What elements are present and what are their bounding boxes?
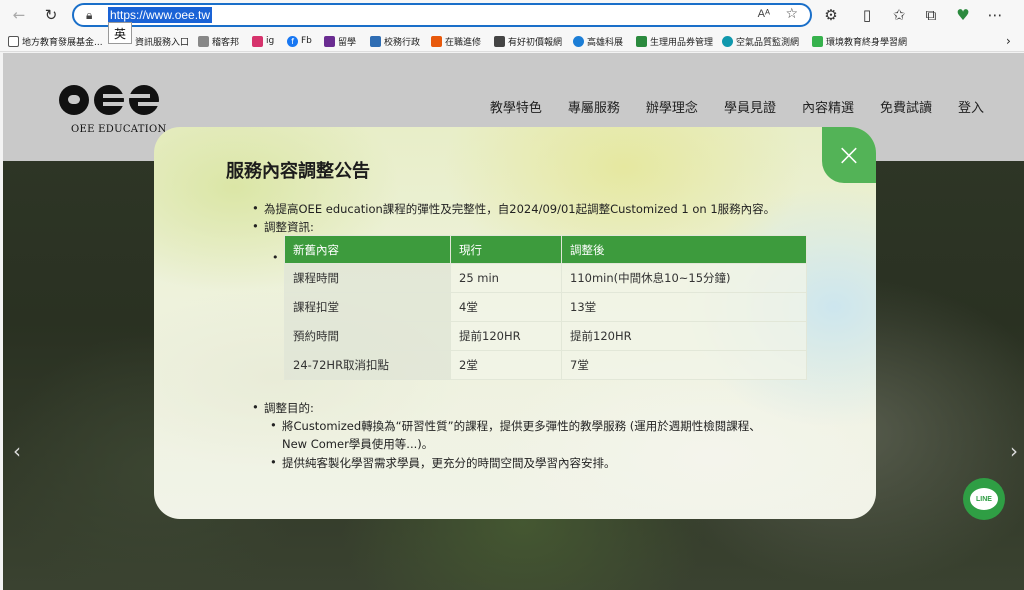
- mail-icon: [324, 35, 335, 47]
- line-icon: LINE: [970, 488, 998, 510]
- table-cell: 13堂: [561, 292, 807, 322]
- nav-item-philosophy[interactable]: 辦學理念: [646, 97, 698, 116]
- bookmark-item[interactable]: f Fb: [287, 33, 312, 49]
- nav-item-free-trial[interactable]: 免費試讀: [880, 97, 932, 116]
- lock-icon: 🔒︎: [86, 8, 93, 22]
- back-icon[interactable]: ←: [8, 4, 30, 26]
- table-cell: 110min(中間休息10~15分鐘): [561, 263, 807, 293]
- site-favicon-icon: [636, 35, 647, 47]
- carousel-next-icon[interactable]: ›: [1010, 439, 1018, 463]
- table-header-row: 新舊內容 現行 調整後: [284, 235, 807, 264]
- bookmark-item[interactable]: 稽客邦: [198, 33, 239, 49]
- site-favicon-icon: [370, 35, 381, 47]
- purpose-item: 將Customized轉換為“研習性質”的課程，提供更多彈性的教學服務 (運用於…: [270, 418, 761, 434]
- purpose-item: 提供純客製化學習需求學員，更充分的時間空間及學習內容安排。: [270, 455, 615, 471]
- bookmark-item[interactable]: 留學: [324, 33, 356, 49]
- more-menu-icon[interactable]: ⋯: [984, 4, 1006, 26]
- table-cell: 2堂: [450, 350, 562, 380]
- favorite-star-icon[interactable]: ☆: [785, 6, 798, 22]
- bookmark-item[interactable]: 環境教育終身學習網: [812, 33, 907, 49]
- split-screen-icon[interactable]: ▯: [856, 4, 878, 26]
- table-cell: 24-72HR取消扣點: [284, 350, 451, 380]
- column-header: 現行: [450, 235, 562, 264]
- nav-item-testimonials[interactable]: 學員見證: [724, 97, 776, 116]
- close-icon[interactable]: ×: [822, 127, 876, 183]
- bookmarks-bar: 地方教育發展基金... 資訊服務入口 稽客邦 ig f Fb 留學 校務行政 在職…: [0, 30, 1024, 52]
- table-row: 課程時間 25 min 110min(中間休息10~15分鐘): [284, 263, 807, 293]
- bookmark-item[interactable]: 在職進修: [431, 33, 481, 49]
- modal-title: 服務內容調整公告: [226, 161, 370, 182]
- purpose-item-continued: New Comer學員使用等...)。: [282, 437, 434, 451]
- refresh-icon[interactable]: ↻: [40, 4, 62, 26]
- address-bar[interactable]: 🔒︎ https://www.oee.tw Aᴬ ☆: [72, 3, 812, 27]
- table-cell: 4堂: [450, 292, 562, 322]
- table-row: 課程扣堂 4堂 13堂: [284, 292, 807, 322]
- table-row: 24-72HR取消扣點 2堂 7堂: [284, 350, 807, 380]
- site-favicon-icon: [431, 35, 442, 47]
- site-favicon-icon: [573, 35, 584, 47]
- nav-item-features[interactable]: 教學特色: [490, 97, 542, 116]
- table-cell: 預約時間: [284, 321, 451, 351]
- main-nav: 教學特色 專屬服務 辦學理念 學員見證 內容精選 免費試讀 登入: [464, 97, 984, 116]
- line-chat-button[interactable]: LINE: [963, 478, 1005, 520]
- bookmark-item[interactable]: 校務行政: [370, 33, 420, 49]
- bookmark-item[interactable]: ig: [252, 33, 274, 49]
- read-aloud-icon[interactable]: Aᴬ: [758, 8, 770, 20]
- table-bullet: •: [272, 251, 279, 264]
- bookmark-item[interactable]: 地方教育發展基金...: [8, 33, 103, 49]
- bookmark-item[interactable]: 資訊服務入口: [135, 33, 189, 49]
- site-favicon-icon: [494, 35, 505, 47]
- site-favicon-icon: [812, 35, 823, 47]
- nav-item-content[interactable]: 內容精選: [802, 97, 854, 116]
- table-cell: 提前120HR: [561, 321, 807, 351]
- facebook-icon: f: [287, 35, 298, 47]
- table-cell: 提前120HR: [450, 321, 562, 351]
- table-cell: 7堂: [561, 350, 807, 380]
- document-icon: [8, 35, 19, 47]
- favorites-icon[interactable]: ✩: [888, 4, 910, 26]
- browser-essentials-icon[interactable]: ♥: [952, 4, 974, 26]
- purpose-label: 調整目的:: [252, 400, 314, 416]
- table-cell: 課程時間: [284, 263, 451, 293]
- adjust-info-label: 調整資訊:: [252, 219, 314, 235]
- site-favicon-icon: [722, 35, 733, 47]
- collections-icon[interactable]: ⧉: [920, 4, 942, 26]
- table-cell: 課程扣堂: [284, 292, 451, 322]
- bookmark-item[interactable]: 高雄科展: [573, 33, 623, 49]
- column-header: 新舊內容: [284, 235, 451, 264]
- table-row: 預約時間 提前120HR 提前120HR: [284, 321, 807, 351]
- nav-item-services[interactable]: 專屬服務: [568, 97, 620, 116]
- ime-indicator: 英: [108, 22, 132, 44]
- bookmark-item[interactable]: 生理用品券管理: [636, 33, 713, 49]
- site-favicon-icon: [198, 35, 209, 47]
- url-text[interactable]: https://www.oee.tw: [108, 7, 213, 23]
- page-viewport: OEE EDUCATION 教學特色 專屬服務 辦學理念 學員見證 內容精選 免…: [3, 53, 1024, 590]
- extensions-icon[interactable]: ⚙: [820, 4, 842, 26]
- bookmark-item[interactable]: 有好初價報網: [494, 33, 562, 49]
- logo-wordmark: OEE EDUCATION: [71, 124, 167, 135]
- carousel-prev-icon[interactable]: ‹: [13, 439, 21, 463]
- instagram-icon: [252, 35, 263, 47]
- intro-text: 為提高OEE education課程的彈性及完整性，自2024/09/01起調整…: [252, 201, 775, 217]
- nav-item-login[interactable]: 登入: [958, 97, 984, 116]
- browser-toolbar: ← ↻ 🔒︎ https://www.oee.tw Aᴬ ☆ ⚙ ▯ ✩ ⧉ ♥…: [0, 0, 1024, 30]
- announcement-modal: × 服務內容調整公告 為提高OEE education課程的彈性及完整性，自20…: [154, 127, 876, 519]
- table-cell: 25 min: [450, 263, 562, 293]
- bookmark-item[interactable]: 空氣品質監測網: [722, 33, 799, 49]
- column-header: 調整後: [561, 235, 807, 264]
- adjustment-table: 新舊內容 現行 調整後 課程時間 25 min 110min(中間休息10~15…: [284, 235, 807, 380]
- bookmarks-overflow-icon[interactable]: ›: [1006, 33, 1011, 49]
